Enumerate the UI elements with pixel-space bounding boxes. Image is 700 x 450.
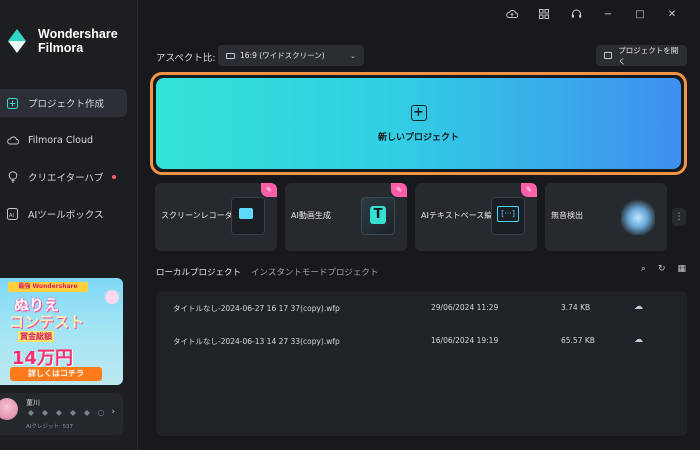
ai-credits: AIクレジット: 537 bbox=[26, 424, 73, 430]
svg-text:AI: AI bbox=[9, 213, 14, 219]
sidebar-nav: プロジェクト作成 Filmora Cloud クリエイターハブ AI AIツール… bbox=[0, 89, 127, 237]
sidebar: Wondershare Filmora プロジェクト作成 Filmora Clo… bbox=[0, 0, 138, 450]
feature-icon: ◆ bbox=[83, 408, 91, 417]
sidebar-item-filmora-cloud[interactable]: Filmora Cloud bbox=[0, 126, 127, 154]
aspect-ratio-label: アスペクト比: bbox=[156, 53, 216, 64]
user-name: 菫川 bbox=[26, 399, 40, 407]
promo-brand-strip: 最強 Wondershare bbox=[8, 282, 88, 292]
promo-cta: 詳しくはコチラ bbox=[10, 367, 102, 381]
window-toolbar: − □ ✕ bbox=[496, 6, 688, 22]
screen-recorder-art-icon bbox=[231, 197, 265, 235]
feature-icon: ◆ bbox=[27, 408, 35, 417]
chevron-down-icon: ⌄ bbox=[350, 51, 356, 60]
feature-icon: ◆ bbox=[69, 408, 77, 417]
logo-line2: Filmora bbox=[38, 41, 84, 55]
tool-screen-recorder[interactable]: スクリーンレコーダー ✎ bbox=[155, 183, 277, 251]
project-date: 29/06/2024 11:29 bbox=[431, 303, 499, 312]
open-project-button[interactable]: プロジェクトを開く bbox=[596, 45, 687, 66]
minimize-icon[interactable]: − bbox=[592, 6, 624, 22]
notification-dot bbox=[112, 175, 116, 179]
sidebar-item-label: クリエイターハブ bbox=[28, 173, 104, 184]
table-row[interactable]: タイトルなし-2024-06-13 14 27 33(copy).wfp 16/… bbox=[156, 324, 687, 354]
more-tools-icon[interactable]: ⋮ bbox=[672, 208, 686, 226]
project-name: タイトルなし-2024-06-13 14 27 33(copy).wfp bbox=[173, 337, 340, 346]
sidebar-item-label: AIツールボックス bbox=[28, 210, 104, 221]
tool-silence-detection[interactable]: 無音検出 bbox=[545, 183, 667, 251]
refresh-icon[interactable]: ↻ bbox=[658, 264, 666, 274]
open-project-label: プロジェクトを開く bbox=[618, 45, 679, 66]
project-size: 3.74 KB bbox=[561, 303, 591, 312]
project-date: 16/06/2024 19:19 bbox=[431, 336, 499, 345]
edit-badge-icon: ✎ bbox=[521, 183, 537, 197]
ai-video-art-icon: T bbox=[361, 197, 395, 235]
new-project-label: 新しいプロジェクト bbox=[377, 132, 459, 143]
aspect-ratio-select[interactable]: 16:9 (ワイドスクリーン) ⌄ bbox=[218, 45, 364, 66]
folder-icon bbox=[604, 52, 613, 59]
user-panel[interactable]: 菫川 ◆ ◆ ◆ ◆ ◆ ○ AIクレジット: 537 › bbox=[0, 393, 123, 435]
list-toolbar: ⌕ ↻ ▦ bbox=[641, 264, 686, 274]
cloud-upload-icon[interactable]: ☁ bbox=[634, 335, 643, 345]
cloud-upload-icon[interactable]: ☁ bbox=[634, 302, 643, 312]
sidebar-item-label: プロジェクト作成 bbox=[28, 99, 105, 110]
grid-icon[interactable] bbox=[528, 6, 560, 22]
logo-line1: Wondershare bbox=[38, 27, 118, 41]
user-feature-icons: ◆ ◆ ◆ ◆ ◆ ○ bbox=[26, 408, 106, 417]
tool-label: AIテキストベース編集 bbox=[421, 211, 501, 220]
project-tabs: ローカルプロジェクト インスタントモードプロジェクト bbox=[156, 266, 378, 281]
feature-icon: ◆ bbox=[41, 408, 49, 417]
search-icon[interactable]: ⌕ bbox=[641, 264, 646, 274]
sidebar-item-ai-toolbox[interactable]: AI AIツールボックス bbox=[0, 200, 127, 228]
app-logo: Wondershare Filmora bbox=[6, 26, 118, 56]
promo-line3: 賞金総額 bbox=[18, 331, 54, 342]
sidebar-item-label: Filmora Cloud bbox=[28, 134, 94, 146]
grid-view-icon[interactable]: ▦ bbox=[677, 264, 686, 274]
edit-badge-icon: ✎ bbox=[261, 183, 277, 197]
tool-ai-text-edit[interactable]: AIテキストベース編集 ✎ [···] bbox=[415, 183, 537, 251]
filmora-start-window: Wondershare Filmora プロジェクト作成 Filmora Clo… bbox=[0, 0, 700, 450]
table-row[interactable]: タイトルなし-2024-06-27 16 17 37(copy).wfp 29/… bbox=[156, 291, 687, 321]
project-list: タイトルなし-2024-06-27 16 17 37(copy).wfp 29/… bbox=[156, 291, 687, 436]
promo-line2: コンテスト bbox=[9, 313, 85, 331]
plus-square-icon bbox=[6, 97, 19, 110]
headset-icon[interactable] bbox=[560, 6, 592, 22]
aspect-ratio-icon bbox=[226, 52, 235, 59]
avatar bbox=[0, 398, 18, 420]
edit-badge-icon: ✎ bbox=[391, 183, 407, 197]
feature-icon: ◆ bbox=[55, 408, 63, 417]
microphone-art-icon bbox=[621, 197, 655, 235]
sidebar-item-create-project[interactable]: プロジェクト作成 bbox=[0, 89, 127, 117]
sidebar-item-creator-hub[interactable]: クリエイターハブ bbox=[0, 163, 127, 191]
tab-instant-mode-projects[interactable]: インスタントモードプロジェクト bbox=[251, 266, 378, 281]
close-icon[interactable]: ✕ bbox=[656, 6, 688, 22]
chevron-right-icon: › bbox=[111, 407, 115, 417]
tool-label: 無音検出 bbox=[551, 211, 583, 220]
feature-icon: ○ bbox=[97, 408, 105, 417]
filmora-logo-icon bbox=[6, 26, 28, 56]
project-name: タイトルなし-2024-06-27 16 17 37(copy).wfp bbox=[173, 304, 340, 313]
project-size: 65.57 KB bbox=[561, 336, 595, 345]
text-edit-art-icon: [···] bbox=[491, 197, 525, 235]
tool-label: スクリーンレコーダー bbox=[161, 211, 241, 220]
aspect-ratio-value: 16:9 (ワイドスクリーン) bbox=[240, 51, 325, 60]
plus-icon: + bbox=[410, 104, 427, 121]
promo-banner[interactable]: 最強 Wondershare ぬりえ コンテスト 賞金総額 14万円 詳しくはコ… bbox=[0, 278, 123, 385]
tab-local-projects[interactable]: ローカルプロジェクト bbox=[156, 266, 241, 281]
maximize-icon[interactable]: □ bbox=[624, 6, 656, 22]
cloud-sync-icon[interactable] bbox=[496, 6, 528, 22]
new-project-button[interactable]: + 新しいプロジェクト bbox=[150, 72, 687, 175]
quick-tools: スクリーンレコーダー ✎ AI動画生成 ✎ T AIテキストベース編集 ✎ [·… bbox=[155, 183, 685, 251]
ai-box-icon: AI bbox=[6, 208, 19, 221]
promo-decoration bbox=[105, 290, 119, 304]
cloud-icon bbox=[6, 134, 19, 147]
tool-ai-video[interactable]: AI動画生成 ✎ T bbox=[285, 183, 407, 251]
lightbulb-icon bbox=[6, 171, 19, 184]
tool-label: AI動画生成 bbox=[291, 211, 331, 220]
